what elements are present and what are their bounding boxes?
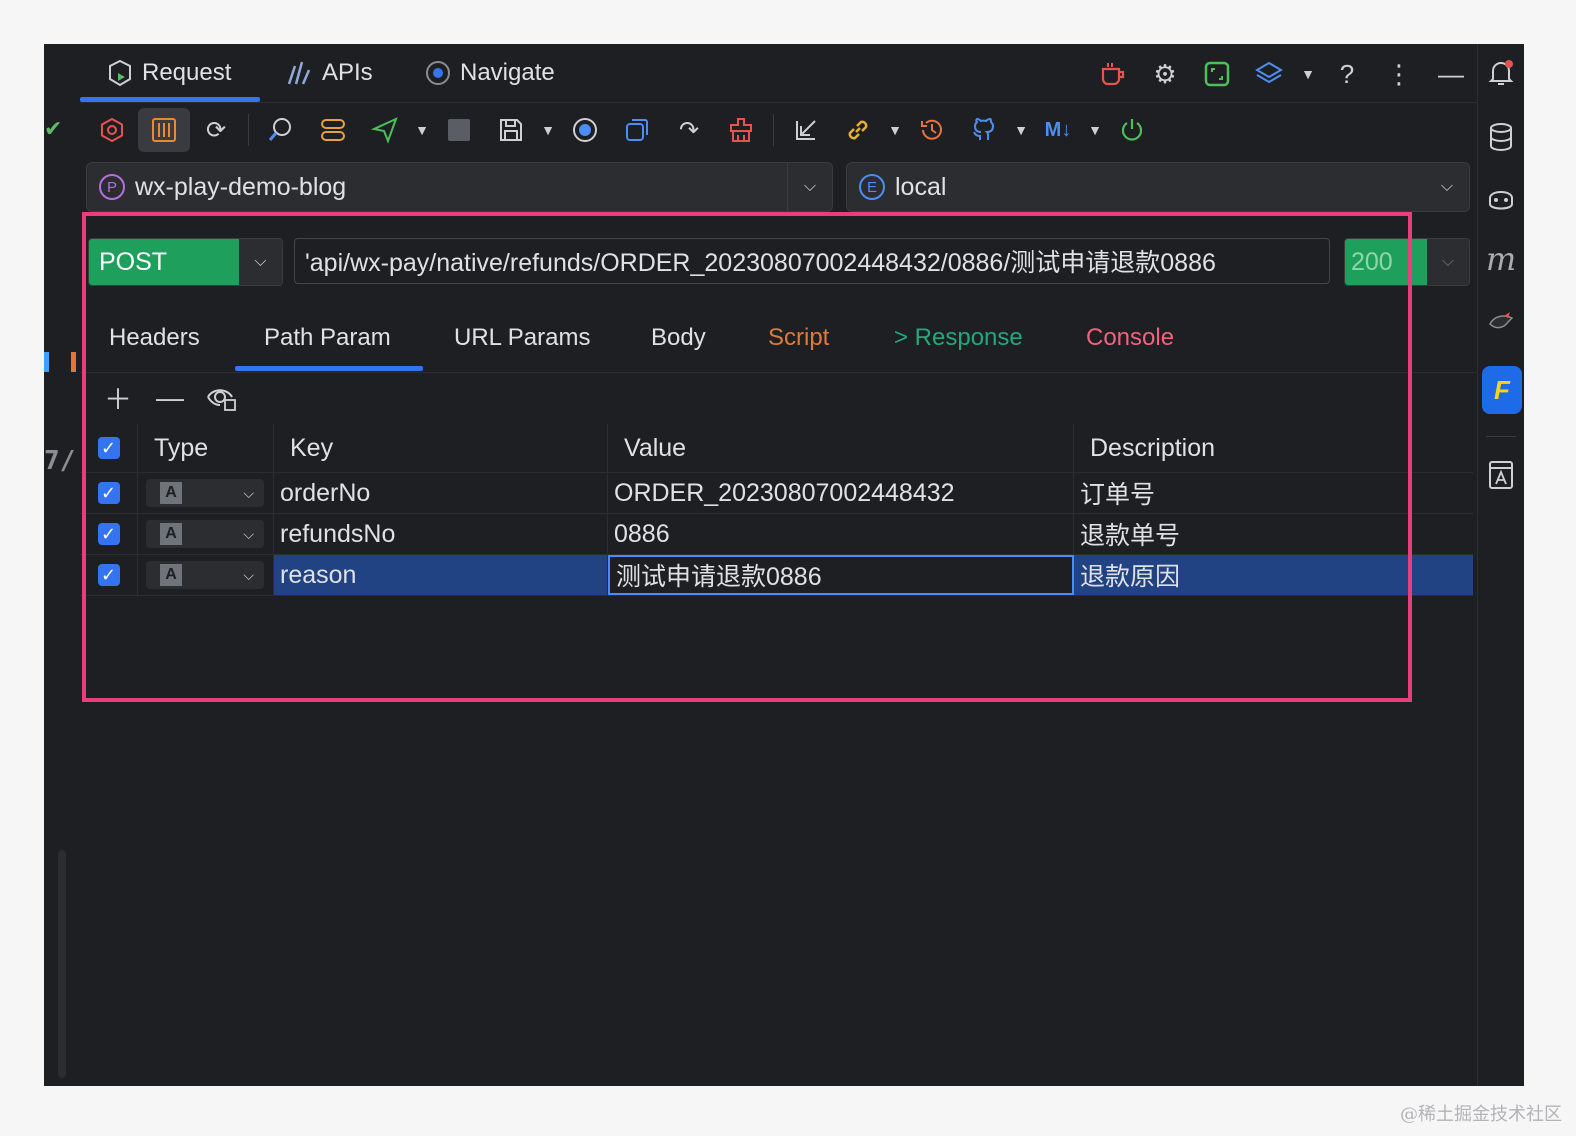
search-api-icon[interactable] bbox=[255, 108, 307, 152]
toolbar-separator bbox=[773, 114, 774, 146]
right-sidebar: m F bbox=[1477, 44, 1524, 1086]
gutter-line-number: 7/ bbox=[44, 446, 76, 476]
project-name: wx-play-demo-blog bbox=[135, 172, 347, 201]
chevron-down-icon[interactable]: ⌵ bbox=[787, 163, 832, 211]
sliders-icon[interactable] bbox=[138, 108, 190, 152]
stop-icon[interactable] bbox=[433, 108, 485, 152]
tab-apis[interactable]: APIs bbox=[286, 56, 373, 90]
fast-request-icon[interactable]: F bbox=[1482, 366, 1522, 414]
link-icon[interactable] bbox=[832, 108, 884, 152]
request-icon bbox=[106, 59, 134, 87]
toolbar-separator bbox=[248, 114, 249, 146]
clear-icon[interactable] bbox=[715, 108, 767, 152]
m-icon[interactable]: m bbox=[1478, 240, 1524, 278]
change-marker-blue bbox=[44, 352, 49, 372]
tab-request-label: Request bbox=[142, 59, 232, 86]
chevron-down-icon[interactable]: ⌵ bbox=[1425, 163, 1469, 211]
check-icon: ✔ bbox=[44, 116, 63, 141]
top-actions: ⚙ ▼ ? ⋮ — bbox=[1087, 54, 1477, 94]
apis-icon bbox=[286, 59, 314, 87]
server-icon[interactable] bbox=[307, 108, 359, 152]
environment-badge-icon: E bbox=[859, 174, 885, 200]
refresh-icon[interactable]: ⟳ bbox=[190, 108, 242, 152]
project-badge-icon: P bbox=[99, 174, 125, 200]
more-icon[interactable]: ⋮ bbox=[1373, 54, 1425, 94]
bird-icon[interactable] bbox=[1478, 306, 1524, 336]
bell-icon[interactable] bbox=[1478, 58, 1524, 88]
github-icon[interactable] bbox=[958, 108, 1010, 152]
font-icon[interactable] bbox=[1478, 460, 1524, 490]
sidebar-separator bbox=[1486, 436, 1516, 437]
top-tabs: Request APIs Navigate ⚙ ▼ ? ⋮ — bbox=[80, 44, 1477, 103]
link-dropdown-icon[interactable]: ▼ bbox=[884, 108, 906, 152]
navigate-icon bbox=[424, 59, 452, 87]
send-icon[interactable] bbox=[359, 108, 411, 152]
tab-apis-label: APIs bbox=[322, 59, 373, 86]
environment-select[interactable]: E local ⌵ bbox=[846, 162, 1470, 212]
environment-name: local bbox=[895, 172, 947, 201]
tab-navigate[interactable]: Navigate bbox=[424, 56, 555, 90]
change-marker-orange bbox=[71, 352, 76, 372]
project-select[interactable]: P wx-play-demo-blog ⌵ bbox=[86, 162, 833, 212]
power-icon[interactable] bbox=[1106, 108, 1158, 152]
highlight-frame bbox=[82, 212, 1412, 702]
active-tab-indicator bbox=[80, 97, 260, 102]
copilot-icon[interactable] bbox=[1478, 184, 1524, 212]
minimize-icon[interactable]: — bbox=[1425, 54, 1477, 94]
tab-request[interactable]: Request bbox=[106, 56, 231, 90]
request-toolbar: ⟳ ▼ ▼ ↷ ▼ ▼ M↓ ▼ bbox=[80, 104, 1477, 156]
copy-icon[interactable] bbox=[611, 108, 663, 152]
help-icon[interactable]: ? bbox=[1321, 54, 1373, 94]
github-dropdown-icon[interactable]: ▼ bbox=[1010, 108, 1032, 152]
save-dropdown-icon[interactable]: ▼ bbox=[537, 108, 559, 152]
coffee-icon[interactable] bbox=[1087, 54, 1139, 94]
tab-navigate-label: Navigate bbox=[460, 59, 555, 86]
import-icon[interactable] bbox=[780, 108, 832, 152]
scrollbar[interactable] bbox=[58, 850, 66, 1078]
layers-icon[interactable] bbox=[1243, 54, 1295, 94]
hexagon-icon[interactable] bbox=[86, 108, 138, 152]
send-dropdown-icon[interactable]: ▼ bbox=[411, 108, 433, 152]
save-icon[interactable] bbox=[485, 108, 537, 152]
watermark: @稀土掘金技术社区 bbox=[1400, 1104, 1562, 1125]
markdown-icon[interactable]: M↓ bbox=[1032, 108, 1084, 152]
record-icon[interactable] bbox=[559, 108, 611, 152]
history-icon[interactable] bbox=[906, 108, 958, 152]
chevron-down-icon[interactable]: ▼ bbox=[1295, 54, 1321, 94]
database-icon[interactable] bbox=[1478, 122, 1524, 152]
window-icon[interactable] bbox=[1191, 54, 1243, 94]
redo-icon[interactable]: ↷ bbox=[663, 108, 715, 152]
gear-icon[interactable]: ⚙ bbox=[1139, 54, 1191, 94]
markdown-dropdown-icon[interactable]: ▼ bbox=[1084, 108, 1106, 152]
chevron-down-icon[interactable]: ⌵ bbox=[1427, 239, 1469, 285]
editor-gutter: ✔ 7/ bbox=[44, 44, 80, 1086]
